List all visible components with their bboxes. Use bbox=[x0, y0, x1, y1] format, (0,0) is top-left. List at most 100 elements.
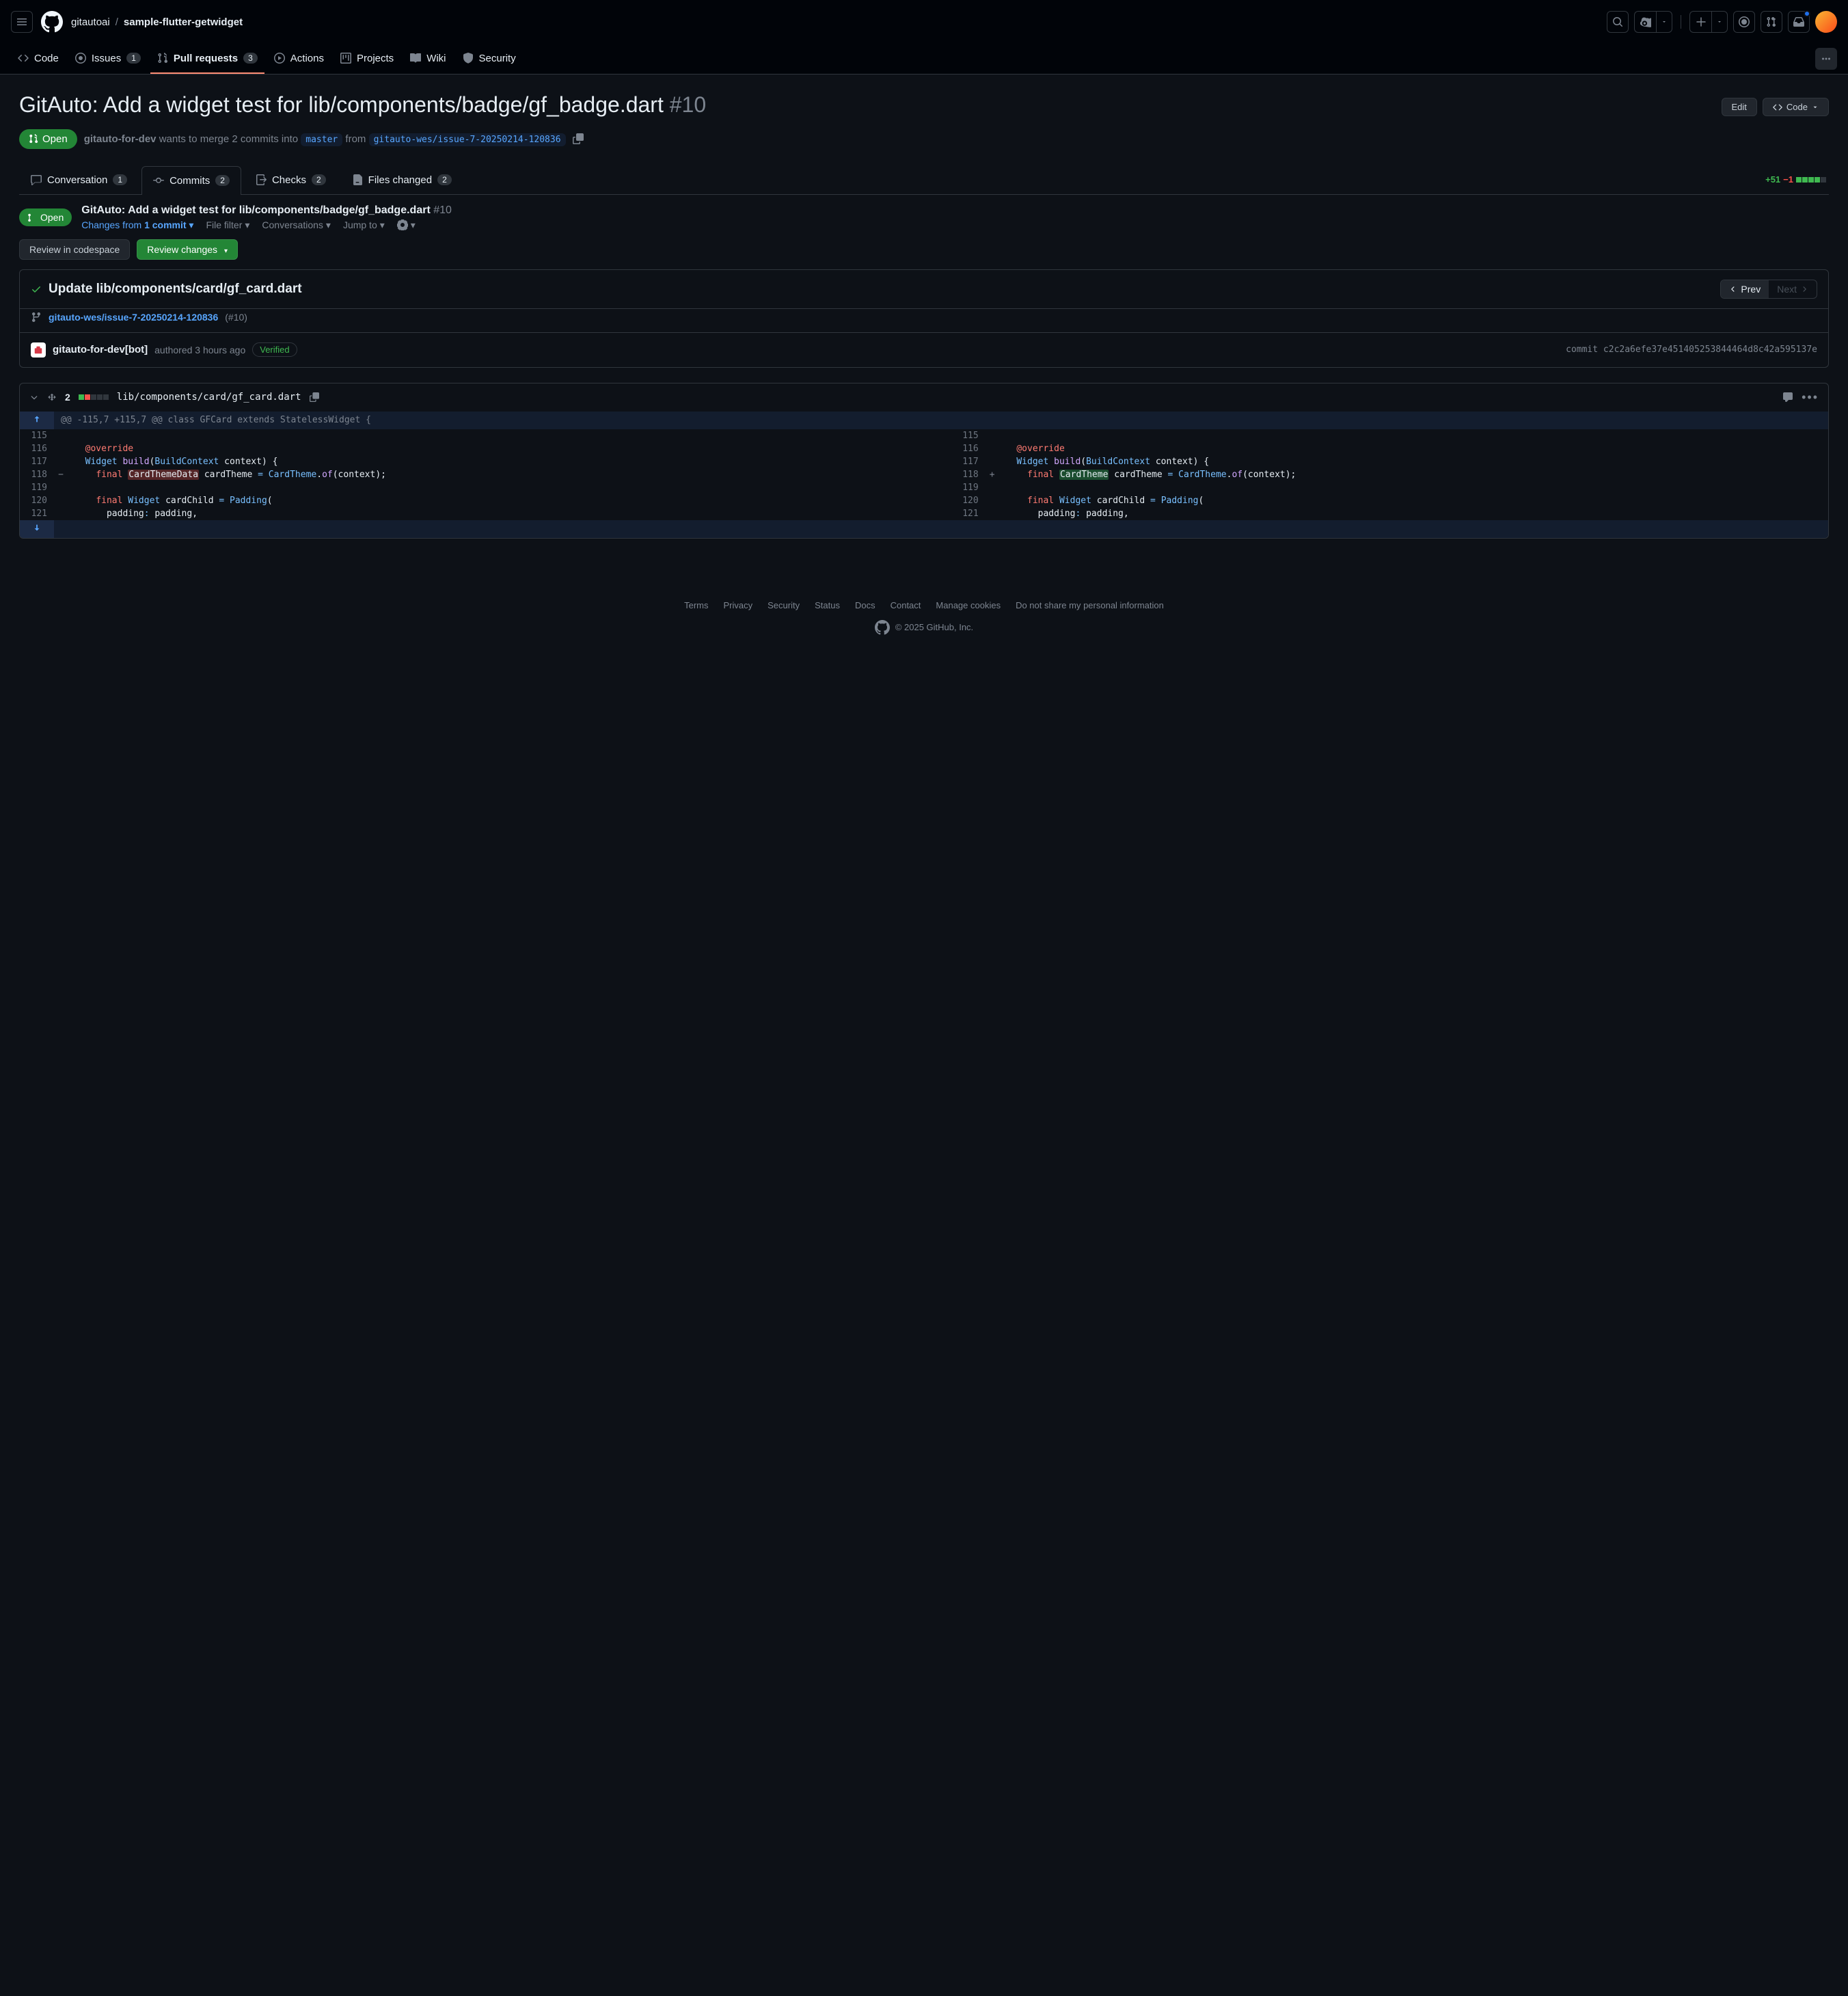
additions: +51 bbox=[1765, 174, 1780, 185]
review-codespace-button[interactable]: Review in codespace bbox=[19, 239, 130, 260]
copilot-icon[interactable] bbox=[1634, 11, 1656, 33]
tab-actions[interactable]: Actions bbox=[267, 44, 331, 74]
plus-icon[interactable] bbox=[1689, 11, 1711, 33]
footer-links: Terms Privacy Security Status Docs Conta… bbox=[0, 600, 1848, 610]
copilot-dropdown[interactable] bbox=[1656, 11, 1672, 33]
footer-link[interactable]: Do not share my personal information bbox=[1016, 600, 1164, 610]
code-line: 119119 bbox=[20, 481, 1828, 494]
tab-pull-requests[interactable]: Pull requests 3 bbox=[150, 44, 264, 74]
repo-link[interactable]: sample-flutter-getwidget bbox=[124, 16, 243, 28]
tab-checks[interactable]: Checks 2 bbox=[244, 165, 338, 194]
edit-button[interactable]: Edit bbox=[1722, 98, 1757, 116]
hunk-footer bbox=[20, 520, 1828, 538]
changes-from[interactable]: Changes from 1 commit ▾ bbox=[81, 219, 193, 231]
prev-button[interactable]: Prev bbox=[1721, 280, 1769, 298]
footer-link[interactable]: Contact bbox=[891, 600, 921, 610]
file-change-count: 2 bbox=[65, 392, 70, 403]
prs-count: 3 bbox=[243, 53, 258, 64]
commit-title: Update lib/components/card/gf_card.dart bbox=[49, 282, 302, 297]
verified-badge[interactable]: Verified bbox=[252, 342, 297, 357]
tab-files-changed[interactable]: Files changed 2 bbox=[340, 165, 463, 194]
commit-branch[interactable]: gitauto-wes/issue-7-20250214-120836 bbox=[49, 312, 218, 323]
state-badge: Open bbox=[19, 129, 77, 149]
tab-label: Conversation bbox=[47, 174, 107, 186]
tab-code[interactable]: Code bbox=[11, 44, 66, 74]
head-branch[interactable]: gitauto-wes/issue-7-20250214-120836 bbox=[369, 133, 566, 146]
commit-panel: Update lib/components/card/gf_card.dart … bbox=[19, 269, 1829, 368]
code-line: 121 padding: padding,121 padding: paddin… bbox=[20, 507, 1828, 520]
search-button[interactable] bbox=[1607, 11, 1629, 33]
tab-label: Projects bbox=[357, 53, 394, 64]
copy-icon[interactable] bbox=[310, 392, 319, 402]
commit-author[interactable]: gitauto-for-dev[bot] bbox=[53, 344, 148, 355]
jump-to[interactable]: Jump to ▾ bbox=[343, 219, 385, 231]
review-changes-button[interactable]: Review changes bbox=[137, 239, 238, 260]
commit-time: authored 3 hours ago bbox=[154, 345, 245, 355]
hunk-header: @@ -115,7 +115,7 @@ class GFCard extends… bbox=[20, 412, 1828, 429]
github-logo[interactable] bbox=[41, 11, 63, 33]
gear-icon[interactable]: ▾ bbox=[397, 219, 416, 231]
tab-conversation[interactable]: Conversation 1 bbox=[19, 165, 139, 194]
owner-link[interactable]: gitautoai bbox=[71, 16, 110, 28]
copy-icon[interactable] bbox=[573, 133, 584, 144]
hamburger-button[interactable] bbox=[11, 11, 33, 33]
tab-label: Issues bbox=[92, 53, 121, 64]
user-avatar[interactable] bbox=[1815, 11, 1837, 33]
bot-avatar[interactable] bbox=[31, 342, 46, 358]
tab-label: Commits bbox=[169, 175, 210, 187]
header-actions bbox=[1607, 11, 1837, 33]
state-label: Open bbox=[42, 133, 68, 145]
code-button[interactable]: Code bbox=[1763, 98, 1829, 116]
create-split-button[interactable] bbox=[1689, 11, 1728, 33]
tab-label: Actions bbox=[290, 53, 324, 64]
footer-link[interactable]: Status bbox=[815, 600, 840, 610]
kebab-icon[interactable]: ••• bbox=[1802, 390, 1819, 405]
tab-security[interactable]: Security bbox=[456, 44, 523, 74]
footer: Terms Privacy Security Status Docs Conta… bbox=[0, 580, 1848, 669]
github-icon[interactable] bbox=[875, 620, 890, 635]
tab-wiki[interactable]: Wiki bbox=[403, 44, 452, 74]
file-filter[interactable]: File filter ▾ bbox=[206, 219, 249, 231]
diff-squares bbox=[1796, 177, 1826, 183]
breadcrumb: gitautoai / sample-flutter-getwidget bbox=[71, 16, 243, 28]
conversations-filter[interactable]: Conversations ▾ bbox=[262, 219, 331, 231]
comment-icon[interactable] bbox=[1782, 392, 1793, 403]
base-branch[interactable]: master bbox=[301, 133, 342, 146]
issues-icon[interactable] bbox=[1733, 11, 1755, 33]
code-line: 116 @override116 @override bbox=[20, 442, 1828, 455]
expand-up-icon[interactable] bbox=[20, 412, 54, 429]
footer-link[interactable]: Docs bbox=[855, 600, 875, 610]
footer-brand: © 2025 GitHub, Inc. bbox=[0, 620, 1848, 635]
file-path[interactable]: lib/components/card/gf_card.dart bbox=[117, 392, 301, 403]
prev-next-nav: Prev Next bbox=[1720, 280, 1817, 299]
commit-branch-pr[interactable]: (#10) bbox=[225, 312, 247, 323]
repo-nav: Code Issues 1 Pull requests 3 Actions Pr… bbox=[0, 44, 1848, 75]
footer-link[interactable]: Manage cookies bbox=[936, 600, 1001, 610]
inbox-icon[interactable] bbox=[1788, 11, 1810, 33]
footer-link[interactable]: Security bbox=[767, 600, 800, 610]
diff-stat: +51 −1 bbox=[1765, 174, 1826, 185]
chevron-down-icon[interactable] bbox=[29, 392, 39, 402]
create-dropdown[interactable] bbox=[1711, 11, 1728, 33]
code-line: 115115 bbox=[20, 429, 1828, 442]
tab-projects[interactable]: Projects bbox=[334, 44, 400, 74]
diff-squares bbox=[79, 394, 109, 400]
global-header: gitautoai / sample-flutter-getwidget bbox=[0, 0, 1848, 44]
pr-header: GitAuto: Add a widget test for lib/compo… bbox=[19, 91, 1829, 120]
diff-table: @@ -115,7 +115,7 @@ class GFCard extends… bbox=[20, 412, 1828, 538]
repo-nav-overflow[interactable] bbox=[1815, 48, 1837, 70]
footer-link[interactable]: Terms bbox=[684, 600, 708, 610]
code-line: 117 Widget build(BuildContext context) {… bbox=[20, 455, 1828, 468]
tab-issues[interactable]: Issues 1 bbox=[68, 44, 148, 74]
pull-requests-icon[interactable] bbox=[1761, 11, 1782, 33]
expand-down-icon[interactable] bbox=[20, 520, 54, 538]
commits-title: GitAuto: Add a widget test for lib/compo… bbox=[81, 204, 452, 217]
pr-author[interactable]: gitauto-for-dev bbox=[84, 133, 157, 145]
expand-icon[interactable] bbox=[47, 392, 57, 402]
footer-link[interactable]: Privacy bbox=[724, 600, 753, 610]
state-badge-small: Open bbox=[19, 208, 72, 226]
diff-panel: 2 lib/components/card/gf_card.dart ••• @… bbox=[19, 383, 1829, 539]
tab-commits[interactable]: Commits 2 bbox=[141, 166, 241, 195]
copilot-split-button[interactable] bbox=[1634, 11, 1672, 33]
code-line-changed: 118− final CardThemeData cardTheme = Car… bbox=[20, 468, 1828, 481]
